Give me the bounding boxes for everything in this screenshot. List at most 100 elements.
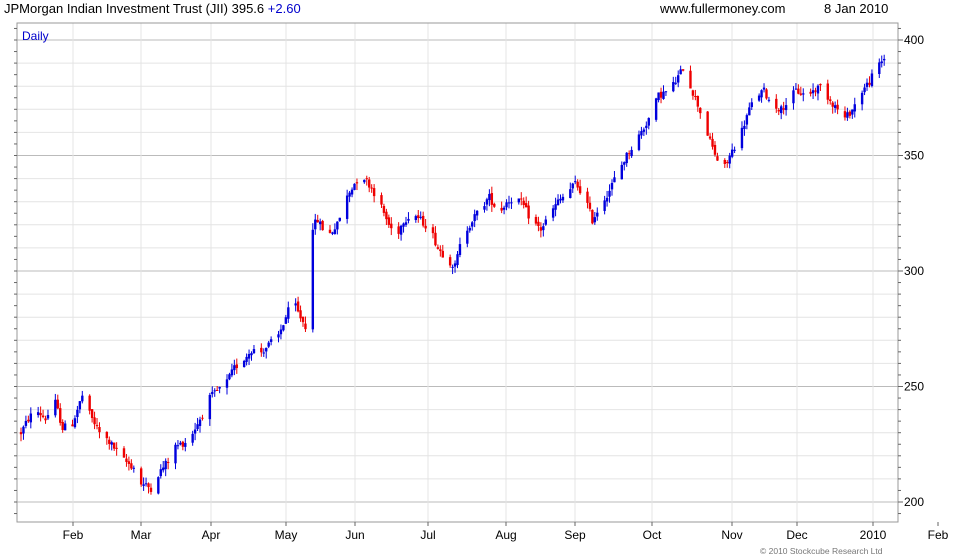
- up-candle: [637, 134, 641, 150]
- down-candle: [90, 409, 94, 418]
- y-tick-label: 300: [904, 264, 924, 278]
- down-candle: [836, 104, 839, 110]
- up-candle: [265, 347, 268, 352]
- down-candle: [809, 91, 812, 94]
- down-candle: [316, 219, 319, 223]
- up-candle: [762, 87, 766, 90]
- up-candle: [662, 91, 665, 99]
- up-candle: [642, 129, 646, 132]
- up-candle: [73, 418, 77, 428]
- down-candle: [301, 316, 305, 323]
- up-candle: [363, 179, 366, 183]
- up-candle: [451, 266, 454, 268]
- down-candle: [539, 227, 543, 231]
- x-tick-label: Jun: [345, 528, 364, 542]
- down-candle: [500, 207, 503, 211]
- down-candle: [441, 250, 444, 258]
- up-candle: [453, 263, 457, 267]
- down-candle: [706, 111, 709, 136]
- down-candle: [44, 418, 47, 421]
- up-candle: [853, 104, 856, 112]
- up-candle: [733, 149, 736, 151]
- down-candle: [235, 364, 238, 369]
- up-candle: [569, 189, 572, 199]
- down-candle: [397, 226, 400, 234]
- up-candle: [282, 325, 285, 331]
- down-candle: [829, 99, 832, 102]
- up-candle: [559, 198, 562, 201]
- down-candle: [588, 202, 592, 209]
- down-candle: [365, 178, 368, 180]
- up-candle: [779, 106, 783, 114]
- down-candle: [716, 156, 719, 161]
- up-candle: [475, 210, 479, 216]
- up-candle: [574, 181, 577, 183]
- up-candle: [625, 152, 628, 164]
- down-candle: [122, 448, 126, 458]
- up-candle: [679, 69, 682, 75]
- down-candle: [777, 109, 780, 112]
- up-candle: [561, 196, 565, 201]
- up-candle: [593, 217, 597, 223]
- down-candle: [843, 111, 847, 118]
- down-candle: [149, 487, 153, 492]
- down-candle: [127, 461, 131, 464]
- down-candle: [95, 425, 99, 427]
- down-candle: [387, 217, 391, 225]
- up-candle: [556, 199, 560, 206]
- up-candle: [350, 189, 354, 195]
- up-candle: [750, 102, 753, 108]
- down-candle: [831, 102, 834, 107]
- up-candle: [483, 206, 486, 210]
- up-candle: [458, 244, 462, 255]
- up-candle: [211, 391, 214, 395]
- up-candle: [348, 192, 351, 197]
- y-tick-label: 250: [904, 380, 924, 394]
- down-candle: [382, 205, 386, 213]
- up-candle: [399, 225, 403, 235]
- up-candle: [191, 433, 194, 443]
- down-candle: [368, 179, 371, 188]
- up-candle: [333, 229, 337, 234]
- down-candle: [328, 229, 332, 233]
- up-candle: [882, 58, 886, 61]
- up-candle: [279, 329, 283, 335]
- down-candle: [19, 432, 23, 435]
- up-candle: [242, 360, 246, 368]
- up-candle: [794, 88, 798, 90]
- up-candle: [740, 127, 744, 149]
- x-tick-label: 2010: [860, 528, 887, 542]
- down-candle: [59, 408, 62, 423]
- up-candle: [672, 82, 675, 92]
- up-candle: [571, 183, 574, 189]
- down-candle: [520, 198, 523, 200]
- up-candle: [745, 115, 749, 125]
- up-candle: [654, 98, 658, 120]
- up-candle: [757, 95, 761, 101]
- x-tick-label: Aug: [495, 528, 516, 542]
- down-candle: [260, 347, 263, 353]
- down-candle: [527, 205, 530, 219]
- x-tick-label: May: [275, 528, 298, 542]
- down-candle: [694, 96, 697, 98]
- down-candle: [522, 200, 525, 206]
- down-candle: [417, 215, 420, 219]
- x-tick-label: Apr: [202, 528, 221, 542]
- up-candle: [402, 223, 405, 227]
- up-candle: [225, 379, 229, 388]
- copyright-footer: © 2010 Stockcube Research Ltd: [760, 546, 883, 556]
- up-candle: [54, 399, 57, 416]
- up-candle: [507, 202, 511, 204]
- up-candle: [613, 177, 616, 183]
- down-candle: [166, 461, 170, 463]
- period-label: Daily: [22, 29, 49, 43]
- up-candle: [748, 107, 751, 116]
- down-candle: [421, 215, 425, 226]
- down-candle: [370, 187, 373, 189]
- up-candle: [157, 477, 160, 494]
- down-candle: [436, 247, 440, 249]
- down-candle: [848, 111, 852, 116]
- up-candle: [230, 369, 234, 376]
- up-candle: [610, 182, 614, 190]
- up-candle: [159, 469, 162, 477]
